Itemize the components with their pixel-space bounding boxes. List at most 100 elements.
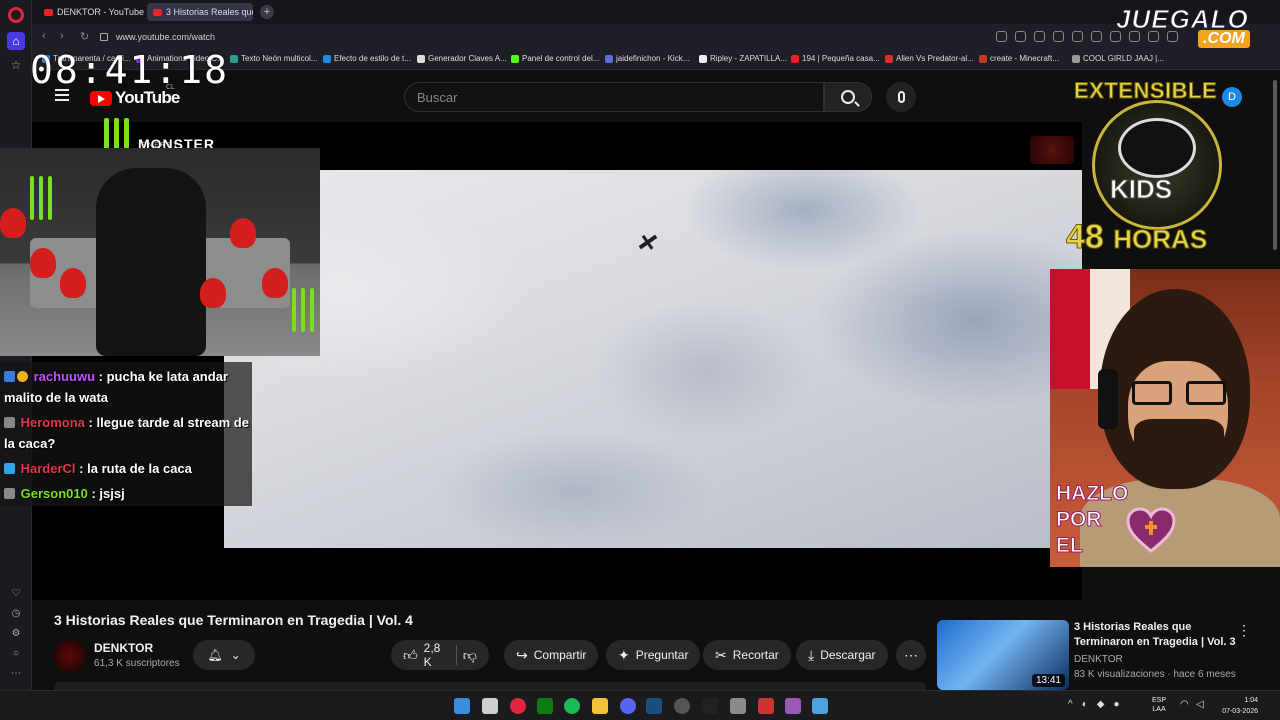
reload-icon[interactable]: ↻ [80, 30, 89, 43]
video-frame[interactable] [224, 170, 1082, 548]
channel-avatar[interactable] [54, 640, 86, 672]
history-icon[interactable]: ◷ [8, 608, 24, 628]
opera-logo-icon[interactable] [8, 7, 24, 23]
user-badge-icon [4, 463, 15, 474]
url-text: www.youtube.com/watch [116, 32, 216, 42]
volume-icon[interactable]: ◁ [1196, 699, 1204, 710]
capcut-app-icon[interactable] [702, 698, 718, 714]
spotify-app-icon[interactable] [564, 698, 580, 714]
plush-toy-image [30, 248, 56, 278]
notification-button[interactable]: 🔔︎ ⌄ [193, 640, 255, 670]
tab-current-video[interactable]: 3 Historias Reales que Ter [147, 3, 253, 21]
steam-app-icon[interactable] [646, 698, 662, 714]
recommended-video[interactable]: 13:41 3 Historias Reales que Terminaron … [937, 620, 1280, 690]
xbox-app-icon[interactable] [537, 698, 553, 714]
headset-image [1098, 369, 1118, 429]
new-tab-button[interactable]: + [260, 5, 274, 19]
bookmark-label: Ripley - ZAPATILLA... [710, 54, 788, 63]
extension-icon[interactable] [1091, 31, 1102, 42]
bookmark-label: Generador Claves A... [428, 54, 507, 63]
tray-app-icon[interactable]: ◐ [1082, 699, 1088, 710]
shield-icon[interactable] [1053, 31, 1064, 42]
search-input[interactable]: Buscar [404, 82, 824, 112]
edit-icon[interactable] [1015, 31, 1026, 42]
bookmark-item[interactable]: Ripley - ZAPATILLA... [699, 54, 787, 63]
tray-app-icon[interactable]: ◆ [1097, 699, 1105, 710]
dislike-icon[interactable]: 👎︎ [463, 647, 477, 664]
voice-search-button[interactable] [886, 82, 916, 112]
heart-icon[interactable]: ♡ [8, 588, 24, 608]
ask-button[interactable]: ✦ Preguntar [606, 640, 701, 670]
forward-icon[interactable]: › [60, 30, 64, 42]
flag-image [1050, 269, 1090, 389]
search-button[interactable] [824, 82, 872, 112]
download-button[interactable]: ⤓ Descargar [796, 640, 888, 670]
video-title: 3 Historias Reales que Terminaron en Tra… [54, 612, 413, 628]
bookmark-item[interactable]: jaidefinichon - Kick... [605, 54, 689, 63]
bookmark-favicon-icon [885, 54, 893, 63]
obs-app-icon[interactable] [674, 698, 690, 714]
task-view-icon[interactable] [482, 698, 498, 714]
app-icon[interactable] [785, 698, 801, 714]
extensible-overlay: EXTENSIBLE KIDS 48 HORAS [1060, 78, 1240, 268]
more-icon[interactable]: ⋯ [8, 668, 24, 688]
zoom-icon[interactable] [996, 31, 1007, 42]
windows-start-icon[interactable] [454, 698, 470, 714]
bulb-icon[interactable]: ○ [8, 648, 24, 668]
clock-area[interactable]: 1:04 07-03-2026 [1214, 695, 1258, 717]
subscriber-count: 61,3 K suscriptores [94, 658, 180, 669]
app-icon[interactable] [812, 698, 828, 714]
bookmark-item[interactable]: COOL GIRLD JAAJ |... [1072, 54, 1164, 63]
bookmark-item[interactable]: Efecto de estilo de t... [323, 54, 411, 63]
language-indicator[interactable]: ESP LAA [1152, 696, 1166, 714]
share-button[interactable]: ↪ Compartir [504, 640, 599, 670]
system-tray: ^ ◐ ◆ ● [1068, 699, 1120, 710]
recommended-channel[interactable]: DENKTOR [1074, 654, 1123, 665]
taskbar: ^ ◐ ◆ ● ESP LAA ◠ ◁ 1:04 07-03-2026 [0, 690, 1280, 720]
bookmark-item[interactable]: Panel de control del... [511, 54, 599, 63]
chat-username: HarderCl [20, 461, 76, 476]
back-icon[interactable]: ‹ [42, 30, 46, 42]
bookmark-item[interactable]: Texto Neón multicol... [230, 54, 317, 63]
like-icon[interactable]: 👍︎ [403, 647, 418, 664]
play-icon[interactable] [1072, 31, 1083, 42]
chevron-up-icon[interactable]: ^ [1068, 699, 1073, 710]
video-duration: 13:41 [1031, 674, 1065, 687]
more-actions-button[interactable]: ⋯ [896, 640, 926, 670]
search-placeholder: Buscar [417, 89, 458, 105]
chat-message: Heromona : llegue tarde al stream de la … [4, 412, 250, 454]
recommended-title[interactable]: 3 Historias Reales que Terminaron en Tra… [1074, 620, 1244, 650]
clip-button[interactable]: ✂ Recortar [703, 640, 791, 670]
bookmark-item[interactable]: 194 | Pequeña casa... [791, 54, 880, 63]
chat-username: Heromona [20, 415, 85, 430]
bookmark-label: 194 | Pequeña casa... [802, 54, 880, 63]
kebab-menu-icon[interactable]: ⋮ [1237, 622, 1251, 639]
channel-name[interactable]: DENKTOR [94, 641, 153, 655]
bookmark-item[interactable]: create - Minecraft... [979, 54, 1059, 63]
file-explorer-icon[interactable] [592, 698, 608, 714]
opera-app-icon[interactable] [510, 698, 526, 714]
recommended-thumbnail[interactable]: 13:41 [937, 620, 1069, 690]
bookmark-favicon-icon [979, 54, 987, 63]
wifi-icon[interactable]: ◠ [1180, 699, 1189, 710]
bookmark-item[interactable]: Generador Claves A... [417, 54, 507, 63]
pin-icon[interactable]: ☆ [7, 56, 25, 74]
tray-app-icon[interactable]: ● [1113, 699, 1119, 710]
like-count[interactable]: 2,8 K [424, 641, 450, 669]
app-icon[interactable] [758, 698, 774, 714]
streamer-illustration: HAZLO POR EL [1050, 269, 1280, 567]
camera-icon[interactable] [1034, 31, 1045, 42]
download-label: Descargar [820, 648, 876, 662]
chat-username: Gerson010 [20, 486, 88, 501]
minecraft-app-icon[interactable] [730, 698, 746, 714]
discord-app-icon[interactable] [620, 698, 636, 714]
tab-denktor-youtube[interactable]: DENKTOR - YouTube [38, 3, 144, 21]
juegalo-domain: .COM [1198, 30, 1250, 48]
bookmark-item[interactable]: Alien Vs Predator-al... [885, 54, 974, 63]
hazlo-line: POR [1055, 508, 1102, 532]
description-box[interactable] [54, 682, 926, 690]
scrollbar[interactable] [1273, 80, 1277, 250]
bookmark-label: Alien Vs Predator-al... [896, 54, 974, 63]
settings-icon[interactable]: ⚙ [8, 628, 24, 648]
home-icon[interactable]: ⌂ [7, 32, 25, 50]
